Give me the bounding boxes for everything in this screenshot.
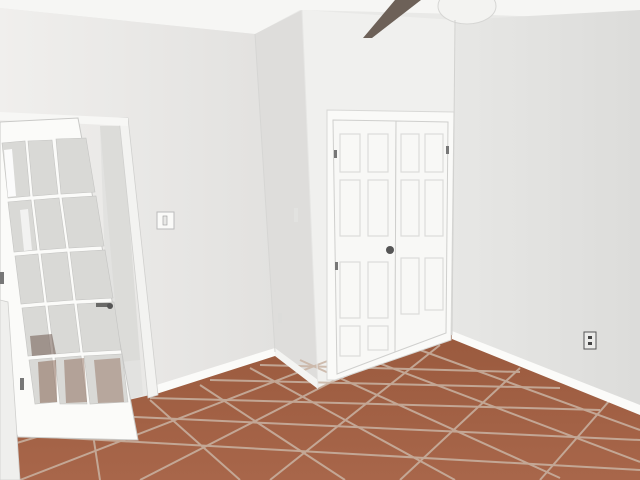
- hinge-icon: [20, 378, 24, 390]
- outlet-icon: [583, 331, 597, 350]
- closet-door-right[interactable]: [394, 120, 449, 353]
- room-scene: [0, 0, 640, 480]
- closet-door-knob[interactable]: [386, 246, 394, 254]
- room-illustration: [0, 0, 640, 480]
- hinge-icon: [0, 272, 4, 284]
- small-plate-icon: [294, 208, 298, 222]
- hinge-icon: [334, 150, 337, 158]
- hinge-icon: [446, 146, 449, 154]
- closet-door-left[interactable]: [332, 119, 397, 375]
- small-outlet-icon: [278, 313, 282, 323]
- hinge-icon: [335, 262, 338, 270]
- light-switch-icon[interactable]: [156, 211, 175, 230]
